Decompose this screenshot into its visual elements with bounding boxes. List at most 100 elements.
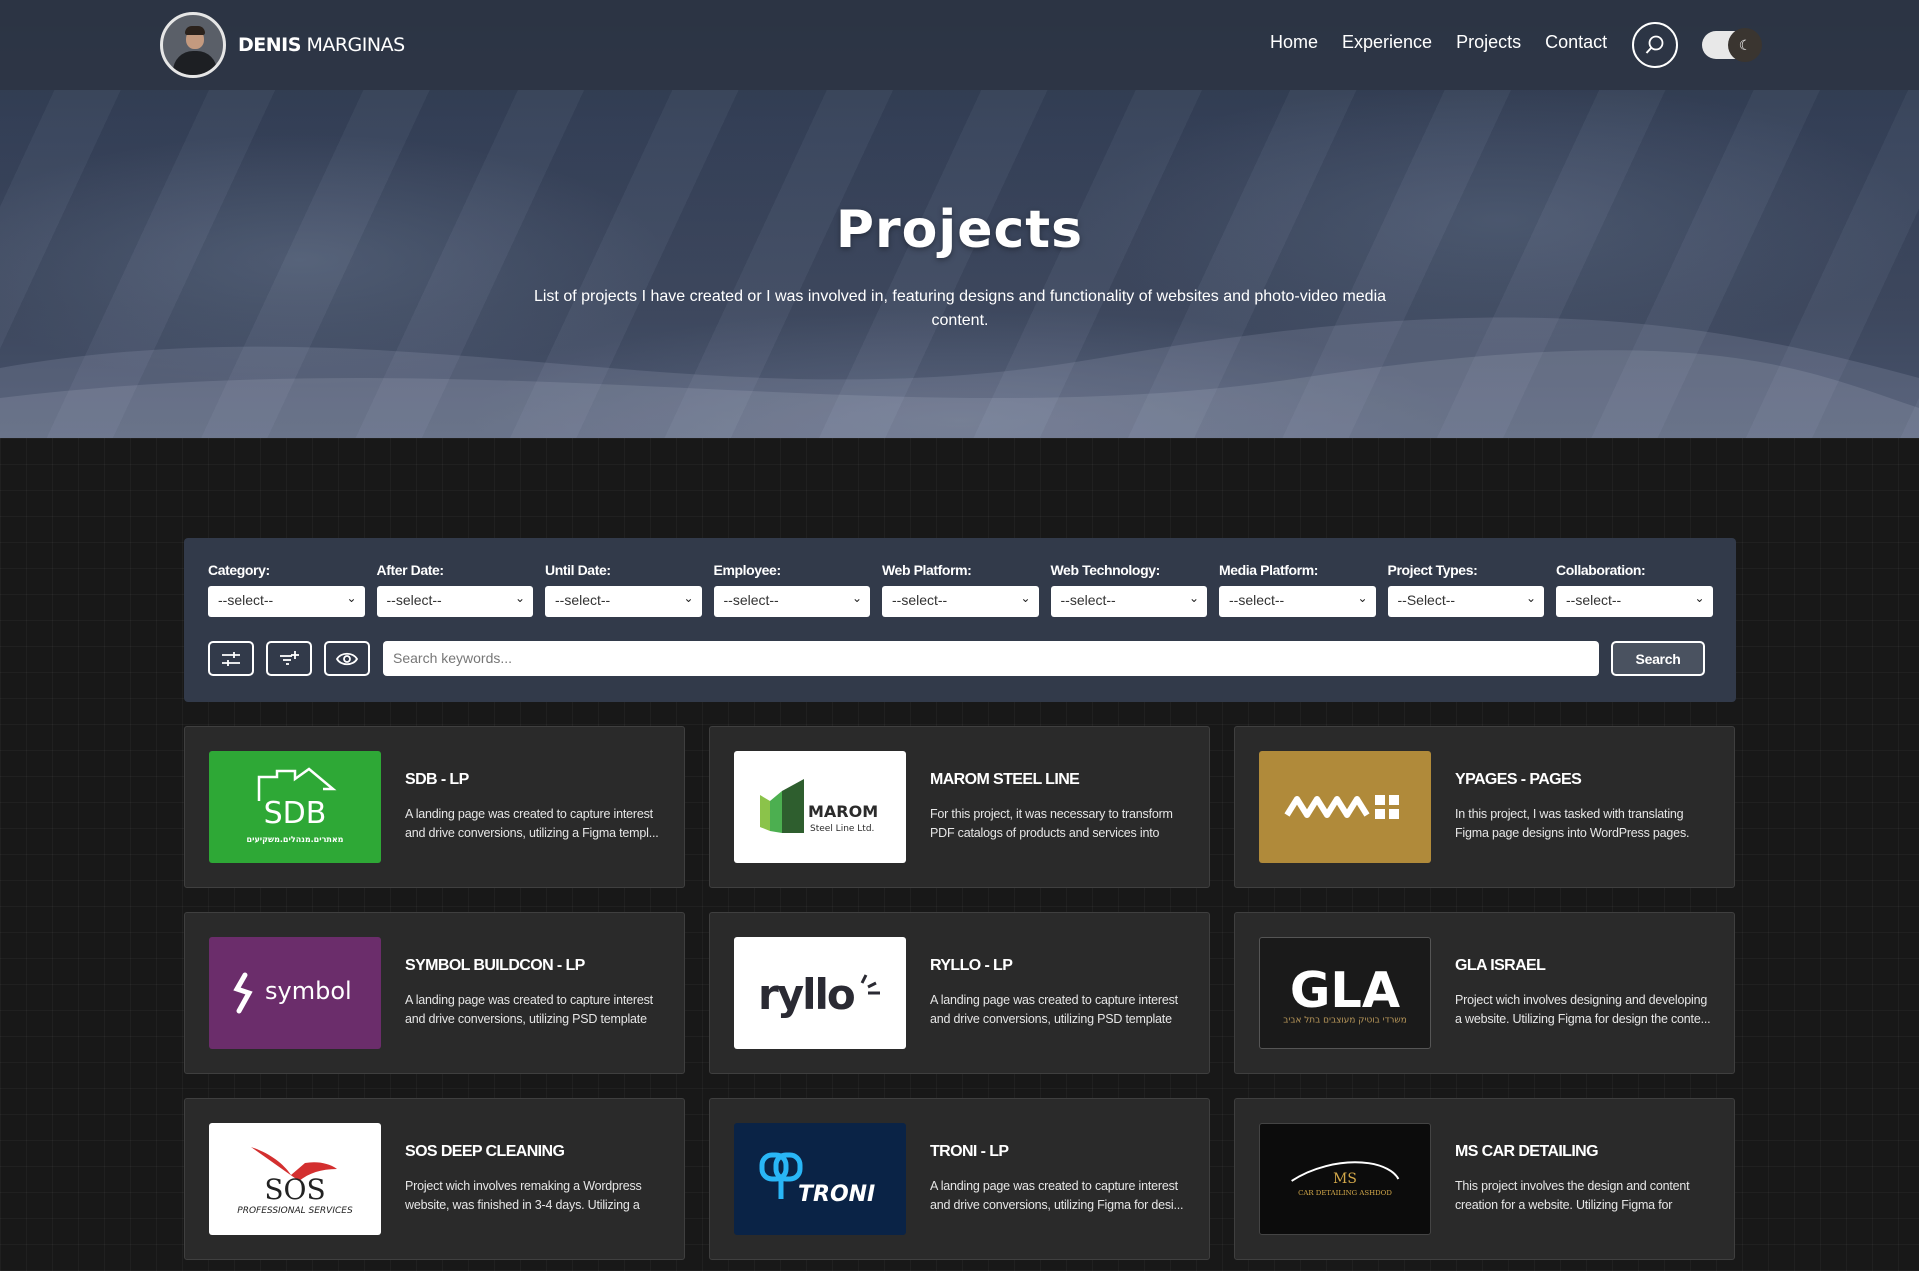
svg-text:TRONI: TRONI — [798, 1182, 875, 1207]
project-logo-marom: MAROM Steel Line Ltd. — [734, 751, 906, 863]
project-logo-sos: SOS PROFESSIONAL SERVICES — [209, 1123, 381, 1235]
nav-link-home[interactable]: Home — [1270, 32, 1318, 53]
project-card-sos[interactable]: SOS PROFESSIONAL SERVICES SOS DEEP CLEAN… — [184, 1098, 685, 1260]
page-title: Projects — [835, 200, 1084, 260]
select-value: --Select-- — [1397, 592, 1456, 608]
select-value: --select-- — [555, 592, 611, 608]
project-card-troni[interactable]: TRONI TRONI - LP A landing page was crea… — [709, 1098, 1210, 1260]
project-card-ryllo[interactable]: ryllo RYLLO - LP A landing page was crea… — [709, 912, 1210, 1074]
filter-collaboration: Collaboration: --select-- ⌄ — [1556, 562, 1713, 617]
svg-text:symbol: symbol — [265, 977, 352, 1005]
project-logo-gla: GLA משרדי בוטיק מעוצבים בתל אביב — [1259, 937, 1431, 1049]
filter-panel: Category: --select-- ⌄ After Date: --sele… — [184, 538, 1736, 702]
project-title[interactable]: TRONI - LP — [930, 1143, 1009, 1161]
filter-employee: Employee: --select-- ⌄ — [713, 562, 870, 617]
project-title[interactable]: GLA ISRAEL — [1455, 957, 1546, 975]
svg-text:מאתרים.מנהלים.משקיעים: מאתרים.מנהלים.משקיעים — [247, 835, 344, 844]
project-logo-ms-car: MS CAR DETAILING ASHDOD — [1259, 1123, 1431, 1235]
svg-text:MS: MS — [1333, 1171, 1357, 1187]
select-value: --select-- — [1060, 592, 1116, 608]
view-toggle-button[interactable] — [324, 641, 370, 676]
chevron-down-icon: ⌄ — [346, 591, 357, 605]
brand-first-name: DENIS — [238, 34, 301, 56]
project-logo-ypages — [1259, 751, 1431, 863]
filter-label: Category: — [208, 562, 270, 578]
after-date-select[interactable]: --select-- ⌄ — [376, 586, 533, 617]
filter-after-date: After Date: --select-- ⌄ — [376, 562, 533, 617]
svg-text:PROFESSIONAL SERVICES: PROFESSIONAL SERVICES — [237, 1206, 353, 1216]
project-card-ypages[interactable]: YPAGES - PAGES In this project, I was ta… — [1234, 726, 1735, 888]
svg-text:SOS: SOS — [264, 1173, 325, 1206]
project-title[interactable]: MS CAR DETAILING — [1455, 1143, 1599, 1161]
until-date-select[interactable]: --select-- ⌄ — [545, 586, 702, 617]
select-value: --select-- — [1566, 592, 1622, 608]
project-description: In this project, I was tasked with trans… — [1455, 807, 1690, 840]
collaboration-select[interactable]: --select-- ⌄ — [1556, 586, 1713, 617]
project-description: Project wich involves designing and deve… — [1455, 993, 1711, 1026]
project-card-sdb[interactable]: SDB מאתרים.מנהלים.משקיעים SDB - LP A lan… — [184, 726, 685, 888]
gla-logo-icon: GLA משרדי בוטיק מעוצבים בתל אביב — [1283, 961, 1406, 1026]
project-title[interactable]: SYMBOL BUILDCON - LP — [405, 957, 585, 975]
search-icon — [1645, 35, 1664, 54]
category-select[interactable]: --select-- ⌄ — [208, 586, 365, 617]
web-platform-select[interactable]: --select-- ⌄ — [882, 586, 1039, 617]
svg-text:CAR DETAILING ASHDOD: CAR DETAILING ASHDOD — [1298, 1189, 1392, 1197]
employee-select[interactable]: --select-- ⌄ — [713, 586, 870, 617]
project-description: This project involves the design and con… — [1455, 1179, 1690, 1212]
search-input[interactable]: Search keywords... — [383, 641, 1599, 676]
select-value: --select-- — [386, 592, 442, 608]
project-logo-symbol: symbol — [209, 937, 381, 1049]
web-technology-select[interactable]: --select-- ⌄ — [1050, 586, 1207, 617]
project-types-select[interactable]: --Select-- ⌄ — [1387, 586, 1544, 617]
select-value: --select-- — [892, 592, 948, 608]
eye-icon — [335, 652, 359, 665]
filter-label: Collaboration: — [1556, 562, 1646, 578]
filter-add-icon — [280, 650, 299, 665]
project-description: A landing page was created to capture in… — [405, 807, 659, 840]
svg-text:GLA: GLA — [1290, 961, 1400, 1019]
troni-logo-icon: TRONI — [759, 1152, 875, 1207]
project-description: For this project, it was necessary to tr… — [930, 807, 1173, 840]
project-logo-troni: TRONI — [734, 1123, 906, 1235]
nav-link-contact[interactable]: Contact — [1545, 32, 1607, 53]
project-title[interactable]: SOS DEEP CLEANING — [405, 1143, 565, 1161]
site-logo[interactable]: DENIS MARGINAS — [160, 12, 405, 78]
nav-link-projects[interactable]: Projects — [1456, 32, 1521, 53]
select-value: --select-- — [723, 592, 779, 608]
project-title[interactable]: YPAGES - PAGES — [1455, 771, 1582, 789]
search-button[interactable]: Search — [1611, 641, 1705, 676]
symbol-logo-icon: symbol — [233, 972, 352, 1014]
search-toolbar: Search keywords... Search — [208, 641, 1705, 676]
filter-label: Until Date: — [545, 562, 611, 578]
project-card-gla[interactable]: GLA משרדי בוטיק מעוצבים בתל אביב GLA ISR… — [1234, 912, 1735, 1074]
filter-label: Web Platform: — [882, 562, 972, 578]
project-card-marom[interactable]: MAROM Steel Line Ltd. MAROM STEEL LINE F… — [709, 726, 1210, 888]
filter-web-platform: Web Platform: --select-- ⌄ — [882, 562, 1039, 617]
project-logo-sdb: SDB מאתרים.מנהלים.משקיעים — [209, 751, 381, 863]
ryllo-logo-icon: ryllo — [758, 970, 880, 1019]
nav-search-button[interactable] — [1632, 22, 1678, 68]
project-card-symbol[interactable]: symbol SYMBOL BUILDCON - LP A landing pa… — [184, 912, 685, 1074]
nav-link-experience[interactable]: Experience — [1342, 32, 1432, 53]
toggle-filters-button[interactable] — [208, 641, 254, 676]
svg-text:Steel Line Ltd.: Steel Line Ltd. — [810, 824, 874, 834]
chevron-down-icon: ⌄ — [1694, 591, 1705, 605]
select-value: --select-- — [218, 592, 274, 608]
advanced-filter-button[interactable] — [266, 641, 312, 676]
chevron-down-icon: ⌄ — [683, 591, 694, 605]
project-title[interactable]: MAROM STEEL LINE — [930, 771, 1080, 789]
ypages-logo-icon — [1284, 795, 1399, 819]
svg-text:MAROM: MAROM — [808, 802, 878, 821]
filter-category: Category: --select-- ⌄ — [208, 562, 365, 617]
filter-media-platform: Media Platform: --select-- ⌄ — [1219, 562, 1376, 617]
chevron-down-icon: ⌄ — [1525, 591, 1536, 605]
chevron-down-icon: ⌄ — [851, 591, 862, 605]
theme-toggle[interactable]: ☾ — [1702, 28, 1762, 62]
svg-text:ryllo: ryllo — [758, 970, 855, 1019]
filter-label: Web Technology: — [1050, 562, 1161, 578]
project-card-ms-car[interactable]: MS CAR DETAILING ASHDOD MS CAR DETAILING… — [1234, 1098, 1735, 1260]
media-platform-select[interactable]: --select-- ⌄ — [1219, 586, 1376, 617]
project-title[interactable]: SDB - LP — [405, 771, 469, 789]
chevron-down-icon: ⌄ — [1357, 591, 1368, 605]
project-title[interactable]: RYLLO - LP — [930, 957, 1013, 975]
